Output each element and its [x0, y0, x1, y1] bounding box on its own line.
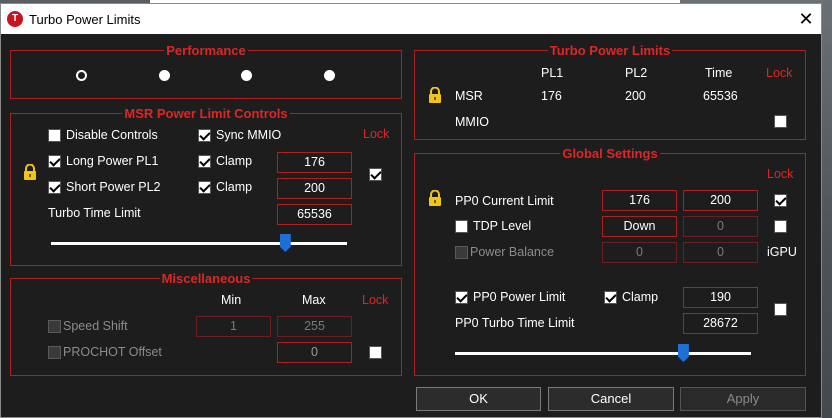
pp0-power-limit-field[interactable]: 190	[683, 287, 758, 308]
msr-title: MSR Power Limit Controls	[122, 106, 290, 121]
disable-controls-checkbox[interactable]	[48, 129, 61, 142]
speed-shift-min-field[interactable]: 1	[196, 316, 271, 337]
misc-max-header: Max	[302, 293, 326, 307]
speed-shift-checkbox[interactable]	[48, 320, 61, 333]
tdp-level-label: TDP Level	[473, 219, 532, 233]
turbo-lock-label: Lock	[766, 66, 793, 80]
pp0-current-limit-label: PP0 Current Limit	[455, 194, 554, 208]
disable-controls-label: Disable Controls	[66, 128, 158, 142]
msr-lock-checkbox[interactable]	[369, 168, 382, 181]
pp0-turbo-slider-thumb[interactable]	[677, 344, 689, 362]
short-power-pl2-label: Short Power PL2	[66, 180, 161, 194]
power-balance-label: Power Balance	[470, 245, 555, 259]
apply-button[interactable]: Apply	[680, 387, 806, 411]
power-balance-field-a[interactable]: 0	[602, 242, 677, 263]
pl2-value-field[interactable]: 200	[277, 178, 352, 199]
turbo-time-slider-thumb[interactable]	[279, 234, 291, 252]
pl2-clamp-label: Clamp	[216, 180, 253, 194]
performance-radio-3[interactable]	[241, 70, 252, 81]
pl1-clamp-label: Clamp	[216, 154, 253, 168]
power-balance-field-b[interactable]: 0	[683, 242, 758, 263]
speed-shift-max-field[interactable]: 255	[277, 316, 352, 337]
misc-lock-label: Lock	[362, 293, 389, 307]
pp0-clamp-checkbox[interactable]	[604, 291, 617, 304]
pp0-turbo-time-label: PP0 Turbo Time Limit	[455, 316, 575, 330]
turbo-time-limit-label: Turbo Time Limit	[48, 206, 141, 220]
prochot-lock-checkbox[interactable]	[369, 346, 382, 359]
performance-title: Performance	[164, 43, 248, 58]
pp0-turbo-time-field[interactable]: 28672	[683, 313, 758, 334]
turbo-msr-time: 65536	[703, 89, 738, 103]
lock-icon	[24, 164, 36, 180]
turbo-msr-pl1: 176	[541, 89, 562, 103]
turbo-mmio-label: MMIO	[455, 115, 490, 129]
tdp-level-checkbox[interactable]	[455, 220, 468, 233]
power-balance-checkbox[interactable]	[455, 246, 468, 259]
global-lock-label: Lock	[767, 167, 794, 181]
turbo-msr-pl2: 200	[625, 89, 646, 103]
misc-title: Miscellaneous	[159, 271, 253, 286]
prochot-offset-field[interactable]: 0	[277, 342, 352, 363]
short-power-pl2-checkbox[interactable]	[48, 181, 61, 194]
tdp-lock-checkbox[interactable]	[774, 220, 787, 233]
ok-button[interactable]: OK	[416, 387, 541, 411]
turbo-pl2-header: PL2	[625, 66, 648, 80]
mmio-lock-checkbox[interactable]	[774, 115, 787, 128]
performance-radio-1[interactable]	[76, 70, 87, 81]
prochot-offset-checkbox[interactable]	[48, 346, 61, 359]
close-icon[interactable]: ✕	[793, 6, 819, 32]
pl2-clamp-checkbox[interactable]	[198, 181, 211, 194]
global-title: Global Settings	[560, 146, 660, 161]
performance-panel: Performance	[10, 43, 402, 99]
tdp-level-field[interactable]: Down	[602, 216, 677, 237]
pp0-power-limit-checkbox[interactable]	[455, 291, 468, 304]
cancel-button[interactable]: Cancel	[548, 387, 674, 411]
pp0-power-limit-label: PP0 Power Limit	[473, 290, 566, 304]
msr-power-limit-panel: MSR Power Limit Controls Disable Control…	[10, 106, 402, 266]
speed-shift-label: Speed Shift	[63, 319, 128, 333]
global-settings-panel: Global Settings Lock PP0 Current Limit 1…	[414, 146, 806, 376]
long-power-pl1-checkbox[interactable]	[48, 155, 61, 168]
misc-min-header: Min	[221, 293, 242, 307]
pp0-current-lock-checkbox[interactable]	[774, 194, 787, 207]
turbo-title: Turbo Power Limits	[547, 43, 673, 58]
igpu-label: iGPU	[767, 245, 797, 259]
turbo-pl1-header: PL1	[541, 66, 564, 80]
turbo-time-header: Time	[705, 66, 733, 80]
turbo-power-limits-panel: Turbo Power Limits PL1 PL2 Time Lock MSR…	[414, 43, 806, 140]
miscellaneous-panel: Miscellaneous Min Max Lock Speed Shift 1…	[10, 271, 402, 376]
sync-mmio-label: Sync MMIO	[216, 128, 282, 142]
msr-lock-label: Lock	[363, 127, 390, 141]
prochot-offset-label: PROCHOT Offset	[63, 345, 162, 359]
pl1-clamp-checkbox[interactable]	[198, 155, 211, 168]
turbo-power-limits-dialog: T Turbo Power Limits ✕ Performance MSR P…	[0, 3, 822, 418]
performance-radio-4[interactable]	[324, 70, 335, 81]
long-power-pl1-label: Long Power PL1	[66, 154, 159, 168]
turbo-time-slider-track[interactable]	[51, 242, 347, 245]
app-icon: T	[7, 11, 23, 27]
lock-icon	[429, 87, 441, 103]
tdp-level-field-b[interactable]: 0	[683, 216, 758, 237]
pp0-turbo-slider-track[interactable]	[455, 352, 751, 355]
pp0-current-limit-field-a[interactable]: 176	[602, 190, 677, 211]
performance-radio-2[interactable]	[159, 70, 170, 81]
turbo-msr-label: MSR	[455, 89, 483, 103]
pl1-value-field[interactable]: 176	[277, 152, 352, 173]
pp0-current-limit-field-b[interactable]: 200	[683, 190, 758, 211]
turbo-time-limit-field[interactable]: 65536	[277, 204, 352, 225]
pp0-clamp-label: Clamp	[622, 290, 659, 304]
pp0-power-lock-checkbox[interactable]	[774, 303, 787, 316]
window-title: Turbo Power Limits	[29, 12, 141, 27]
title-bar: T Turbo Power Limits ✕	[1, 4, 821, 34]
lock-icon	[429, 190, 441, 206]
sync-mmio-checkbox[interactable]	[198, 129, 211, 142]
